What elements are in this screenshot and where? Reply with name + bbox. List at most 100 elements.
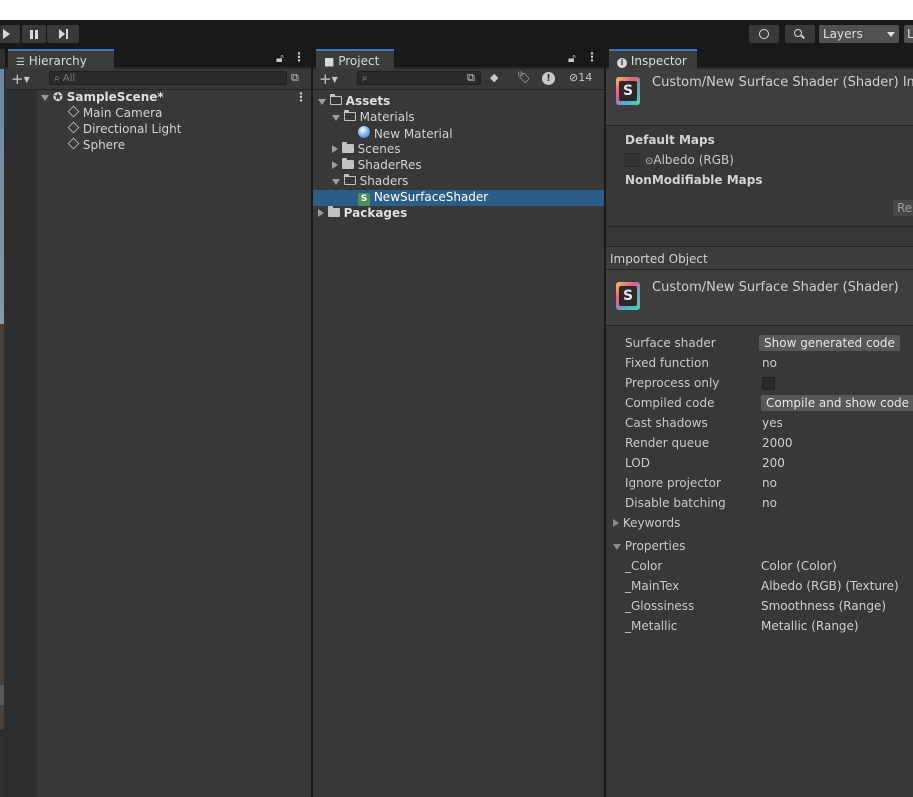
tree-item-main-camera[interactable]: Main Camera [67, 105, 163, 120]
hierarchy-tree-area [37, 90, 311, 797]
row-label-preprocess-only: Preprocess only [625, 376, 720, 390]
play-icon [2, 29, 10, 39]
search-icon: ⌕ [54, 73, 60, 84]
tab-project[interactable]: ■ Project [316, 49, 394, 69]
tree-item-assets[interactable]: Assets [318, 94, 390, 108]
item-label: Shaders [359, 174, 409, 188]
row-value-render-queue: 2000 [762, 436, 793, 450]
inspector-panel: i Inspector S Custom/New Surface Shader … [606, 49, 913, 797]
default-maps-heading: Default Maps [625, 133, 715, 147]
search-window-icon[interactable]: ⧉ [467, 71, 475, 85]
step-button[interactable] [47, 25, 79, 43]
layout-label: L [907, 27, 913, 41]
folder-icon [327, 206, 340, 217]
keywords-foldout[interactable]: Keywords [613, 516, 680, 530]
search-placeholder: All [62, 73, 76, 84]
revert-button[interactable]: Re [893, 200, 913, 216]
undo-history-button[interactable] [749, 25, 779, 43]
properties-foldout[interactable]: Properties [613, 539, 685, 553]
tree-item-directional-light[interactable]: Directional Light [67, 121, 182, 136]
item-label: Assets [345, 94, 391, 108]
item-label: Directional Light [82, 122, 182, 136]
project-search-input[interactable]: ⌕ [357, 71, 481, 85]
search-button[interactable] [785, 25, 815, 43]
step-icon [58, 29, 68, 39]
item-label: ShaderRes [357, 158, 422, 172]
expand-arrow-icon [41, 95, 49, 101]
filter-by-label-icon[interactable]: 🏷︎ [517, 71, 531, 84]
tab-inspector-label: Inspector [630, 54, 687, 68]
hierarchy-panel: ☰ Hierarchy 🔓︎ ⋮ +▼ ⌕ All ⧉ ✪ SampleScen… [5, 49, 311, 797]
property-name: _Metallic [625, 619, 678, 633]
material-icon [358, 126, 370, 138]
compile-and-show-code-button[interactable]: Compile and show code ▼ [761, 395, 913, 411]
layout-dropdown[interactable]: L [904, 25, 913, 43]
compile-button-label: Compile and show code [766, 396, 910, 410]
project-toolbar: +▼ ⌕ ⧉ ◆ 🏷︎ ! ⊘14 [313, 69, 604, 90]
shader-large-icon: S [616, 282, 640, 310]
preprocess-only-checkbox[interactable] [762, 377, 775, 390]
project-panel: ■ Project 🔓︎ ⋮ +▼ ⌕ ⧉ ◆ 🏷︎ ! ⊘14 Assets … [313, 49, 604, 797]
albedo-label: Albedo (RGB) [653, 153, 734, 167]
more-options-icon[interactable]: ⋮ [293, 50, 305, 64]
scene-menu-icon[interactable]: ⋮ [295, 90, 307, 104]
imported-object-heading: Imported Object [610, 252, 708, 266]
hidden-count: 14 [578, 71, 593, 84]
divider [606, 226, 913, 227]
shader-large-icon: S [616, 77, 640, 105]
folder-icon: ■ [324, 55, 335, 68]
filter-by-type-icon[interactable]: ◆ [490, 71, 498, 84]
property-name: _MainTex [625, 579, 680, 593]
albedo-map-field[interactable]: ⊙Albedo (RGB) [645, 153, 734, 167]
eye-slash-icon: ⊘ [569, 71, 579, 84]
property-value: Color (Color) [761, 559, 837, 573]
tree-item-shaderres[interactable]: ShaderRes [332, 158, 422, 172]
row-value-ignore-projector: no [762, 476, 777, 490]
tree-item-sphere[interactable]: Sphere [67, 137, 126, 152]
lock-icon[interactable]: 🔓︎ [568, 51, 576, 66]
tab-inspector[interactable]: i Inspector [609, 49, 697, 69]
pause-icon [30, 29, 38, 39]
tree-item-packages[interactable]: Packages [318, 206, 407, 220]
tab-project-label: Project [338, 54, 380, 68]
pause-button[interactable] [22, 25, 46, 43]
hidden-packages-toggle[interactable]: ⊘14 [569, 71, 592, 84]
item-label: Materials [359, 110, 415, 124]
row-label-lod: LOD [625, 456, 650, 470]
issues-icon[interactable]: ! [542, 70, 555, 85]
more-options-icon[interactable]: ⋮ [586, 50, 598, 64]
tree-item-scenes[interactable]: Scenes [332, 142, 401, 156]
folder-icon [341, 142, 354, 153]
inspector-header-title: Custom/New Surface Shader (Shader) Imp [652, 75, 913, 90]
add-button[interactable]: +▼ [319, 70, 338, 88]
show-generated-code-button[interactable]: Show generated code [759, 335, 900, 351]
item-label: Main Camera [82, 106, 163, 120]
tree-item-materials[interactable]: Materials [332, 110, 415, 124]
unity-scene-icon: ✪ [52, 90, 63, 104]
row-label-compiled-code: Compiled code [625, 396, 715, 410]
row-label-cast-shadows: Cast shadows [625, 416, 708, 430]
texture-slot[interactable] [625, 153, 639, 167]
imported-object-title: Custom/New Surface Shader (Shader) [652, 280, 899, 295]
tree-item-samplescene[interactable]: ✪ SampleScene* [41, 90, 164, 104]
folder-open-icon [343, 174, 356, 185]
tree-item-newsurfaceshader[interactable]: S NewSurfaceShader [358, 190, 488, 206]
row-value-cast-shadows: yes [762, 416, 783, 430]
search-icon: ⌕ [362, 73, 368, 84]
expand-arrow-icon [332, 179, 340, 185]
row-value-lod: 200 [762, 456, 785, 470]
item-label: Sphere [82, 138, 126, 152]
layers-dropdown[interactable]: Layers [819, 25, 899, 43]
tree-item-new-material[interactable]: New Material [358, 126, 453, 141]
lock-icon[interactable]: 🔓︎ [276, 51, 284, 66]
folder-open-icon [343, 110, 356, 121]
play-button[interactable] [0, 25, 20, 43]
row-label-fixed-function: Fixed function [625, 356, 709, 370]
property-name: _Glossiness [625, 599, 695, 613]
history-icon [759, 29, 769, 39]
tree-item-shaders[interactable]: Shaders [332, 174, 408, 188]
hierarchy-search-input[interactable]: ⌕ All [49, 71, 287, 85]
add-button[interactable]: +▼ [11, 70, 30, 88]
scene-visibility-icon[interactable]: ⧉ [291, 71, 299, 85]
tab-hierarchy[interactable]: ☰ Hierarchy [8, 49, 114, 69]
